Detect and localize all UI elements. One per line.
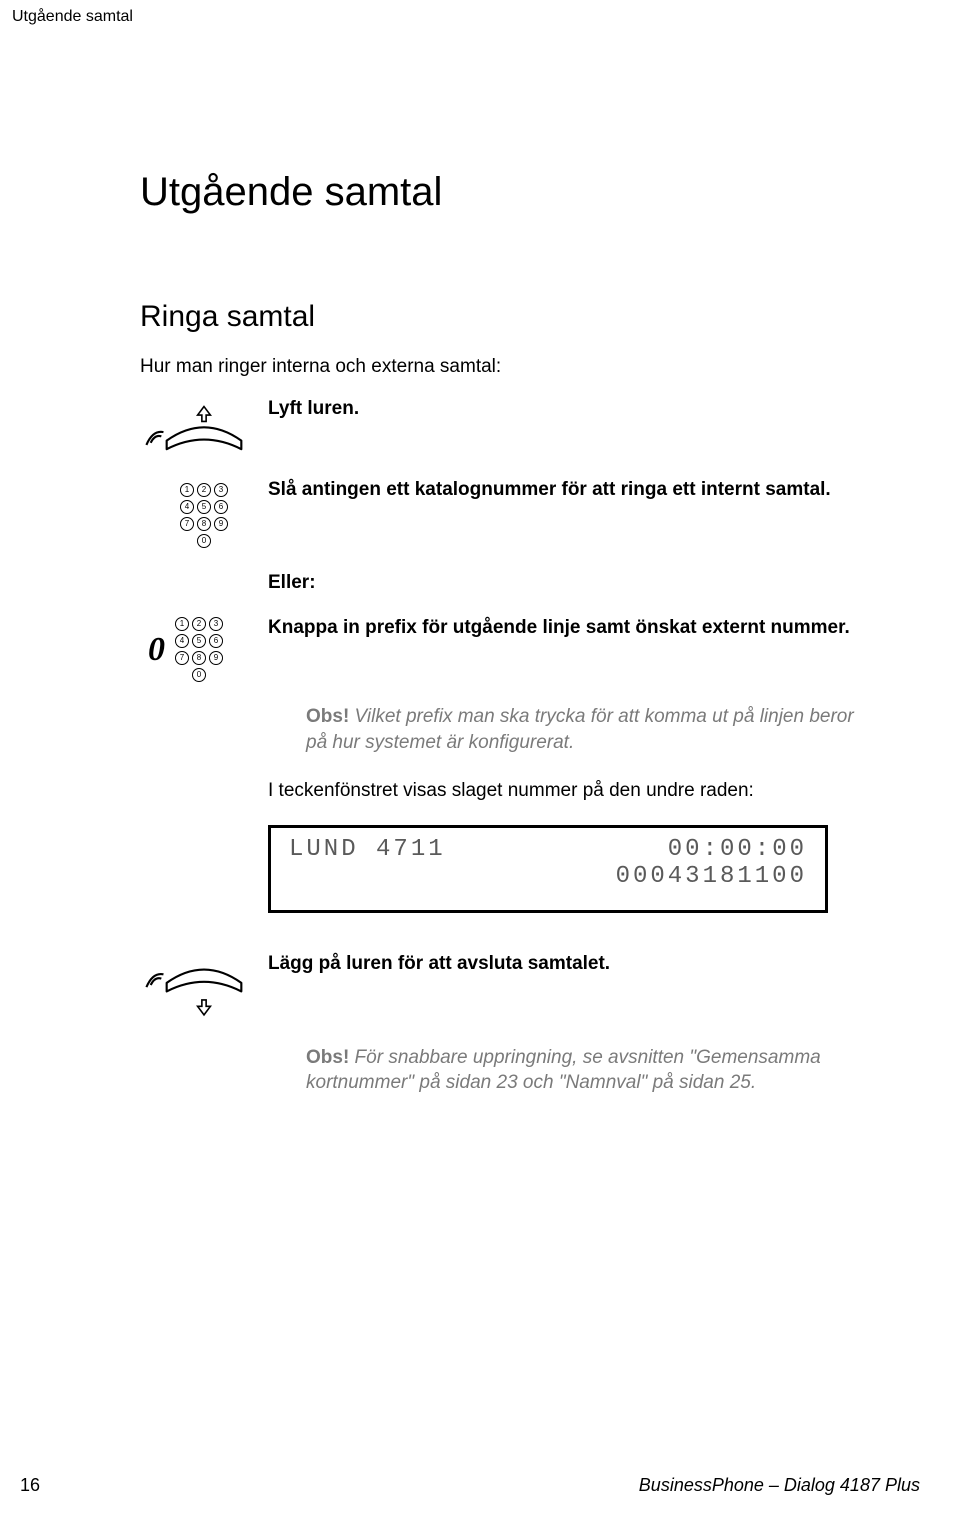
note-prefix: Obs! Vilket prefix man ska trycka för at…: [306, 704, 865, 755]
page-number: 16: [20, 1475, 40, 1496]
step-dial-internal-text: Slå antingen ett katalognummer för att r…: [268, 479, 865, 501]
prefix-zero-keypad-icon: 0 123 456 789 0: [140, 617, 268, 682]
product-name: BusinessPhone – Dialog 4187 Plus: [639, 1475, 920, 1496]
handset-lift-icon: [140, 398, 268, 457]
step-lift-handset: Lyft luren.: [140, 398, 865, 457]
section-subtitle: Ringa samtal: [140, 300, 865, 334]
note-speed-dial: Obs! För snabbare uppringning, se avsnit…: [306, 1045, 865, 1096]
note2-mid: " på sidan 23 och ": [407, 1072, 565, 1093]
step-hangup: Lägg på luren för att avsluta samtalet.: [140, 953, 865, 1022]
intro-text: Hur man ringer interna och externa samta…: [140, 356, 865, 378]
phone-display: LUND 4711 00:00:00 00043181100: [268, 825, 828, 913]
step-dial-internal: 123 456 789 0 Slå antingen ett katalognu…: [140, 479, 865, 548]
display-line2: 00043181100: [289, 863, 807, 890]
note2-post: " på sidan 25.: [641, 1072, 757, 1093]
display-line1-left: LUND 4711: [289, 836, 446, 863]
page-title: Utgående samtal: [140, 170, 865, 215]
keypad-icon: 123 456 789 0: [140, 479, 268, 548]
handset-down-icon: [140, 953, 268, 1022]
step-hangup-text: Lägg på luren för att avsluta samtalet.: [268, 953, 865, 975]
display-intro: I teckenfönstret visas slaget nummer på …: [268, 778, 865, 804]
link-namnval[interactable]: Namnval: [566, 1072, 641, 1093]
page-content: Utgående samtal Ringa samtal Hur man rin…: [140, 170, 865, 1118]
page-header-section: Utgående samtal: [12, 8, 133, 26]
page-footer: 16 BusinessPhone – Dialog 4187 Plus: [0, 1475, 960, 1496]
step-dial-external-text: Knappa in prefix för utgående linje samt…: [268, 617, 865, 639]
display-line1-right: 00:00:00: [668, 836, 807, 863]
step-lift-text: Lyft luren.: [268, 398, 865, 420]
note2-pre: För snabbare uppringning, se avsnitten ": [349, 1047, 696, 1068]
eller-label: Eller:: [268, 570, 865, 596]
note1-text: Vilket prefix man ska trycka för att kom…: [306, 706, 854, 753]
step-dial-external: 0 123 456 789 0 Knappa in prefix för utg…: [140, 617, 865, 682]
note1-label: Obs!: [306, 706, 349, 727]
note2-label: Obs!: [306, 1047, 349, 1068]
prefix-digit: 0: [148, 631, 165, 669]
